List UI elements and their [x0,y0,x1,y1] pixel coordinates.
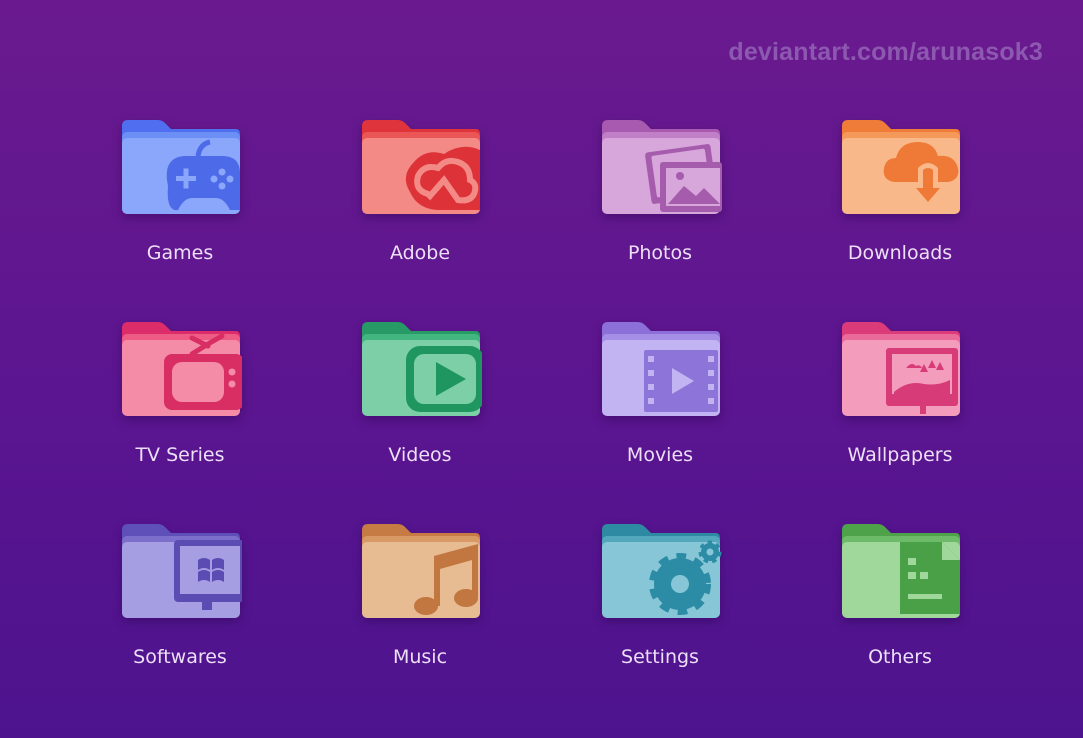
windows-icon [118,522,242,622]
folder-label: Softwares [133,646,227,668]
cloud-download-icon [838,118,962,218]
folder-label: Photos [627,242,693,264]
folder-grid: Games Adobe Photos Downloads TV Series V… [0,0,1083,738]
folder-label: Movies [626,444,694,466]
folder-games[interactable]: Games [80,118,280,288]
folder-movies[interactable]: Movies [560,320,760,490]
folder-settings[interactable]: Settings [560,522,760,692]
folder-wallpapers[interactable]: Wallpapers [800,320,1000,490]
adobe-cc-icon [358,118,482,218]
folder-videos[interactable]: Videos [320,320,520,490]
folder-others[interactable]: Others [800,522,1000,692]
folder-label: Downloads [847,242,953,264]
play-screen-icon [358,320,482,420]
folder-downloads[interactable]: Downloads [800,118,1000,288]
folder-label: Settings [621,646,699,668]
gamepad-icon [118,118,242,218]
folder-music[interactable]: Music [320,522,520,692]
folder-label: Others [868,646,932,668]
folder-label: Adobe [389,242,451,264]
folder-label: TV Series [135,444,225,466]
gears-icon [598,522,722,622]
folder-label: Music [392,646,448,668]
folder-label: Wallpapers [847,444,953,466]
music-note-icon [358,522,482,622]
monitor-landscape-icon [838,320,962,420]
folder-label: Videos [388,444,452,466]
folder-adobe[interactable]: Adobe [320,118,520,288]
folder-label: Games [146,242,214,264]
photos-icon [598,118,722,218]
folder-photos[interactable]: Photos [560,118,760,288]
folder-tv-series[interactable]: TV Series [80,320,280,490]
folder-softwares[interactable]: Softwares [80,522,280,692]
film-icon [598,320,722,420]
tv-icon [118,320,242,420]
document-icon [838,522,962,622]
